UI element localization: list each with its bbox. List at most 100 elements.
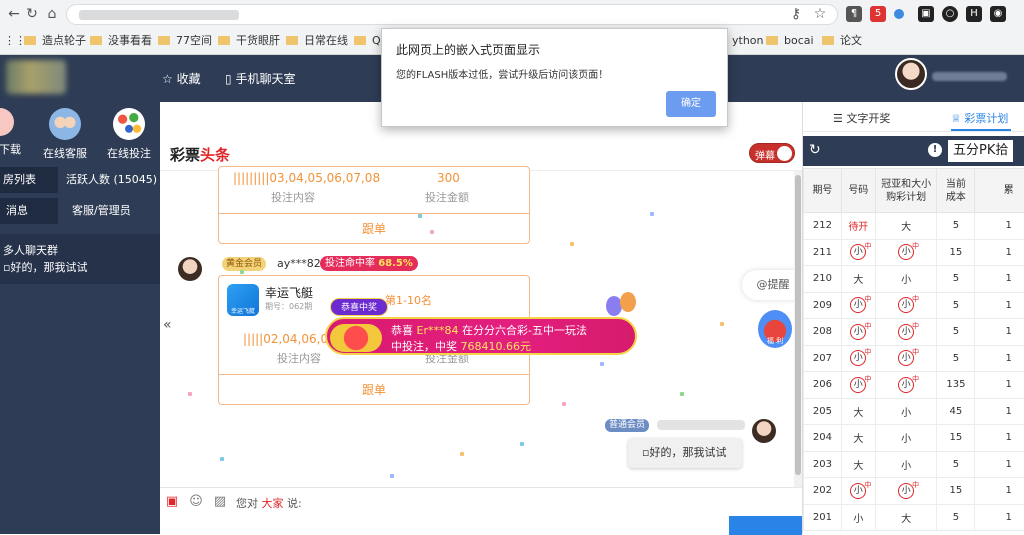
bookmark-folder[interactable]: bocai [766,33,814,49]
table-row: 211小中小中151 [804,239,1024,266]
chat-target-label[interactable]: 您对 大家 说: [236,495,302,511]
customer-service-icon [49,108,81,140]
bet-amount: 300 [437,171,460,185]
site-logo[interactable] [6,60,66,94]
hit-circle: 小中 [850,244,866,260]
tab-active-users[interactable]: 活跃人数 (15045) [66,167,157,193]
chat-group-item[interactable]: 多人聊天群 ▫好的，那我试试 [0,234,160,284]
back-icon[interactable]: ← [4,4,24,24]
extension-icon[interactable]: ▣ [918,6,934,22]
refresh-icon[interactable]: ↻ [809,142,821,158]
star-icon: ☆ [162,72,173,86]
bookmark-folder[interactable]: 造点轮子 [24,33,86,49]
avatar[interactable] [895,58,927,90]
bookmark-folder[interactable]: 干货眼肝 [218,33,280,49]
lottery-bar: ↻ ! 五分PK拾 [803,136,1024,166]
bet-position: 第1-10名 [385,292,432,308]
key-icon[interactable]: ⚷ [786,4,806,24]
extension-icon[interactable]: 5 [870,6,886,22]
balloon-icon [620,292,636,312]
chat-input-bar: ▣ ☺ ▨ 您对 大家 说: [160,487,802,534]
table-row: 202小中小中151 [804,478,1024,505]
avatar[interactable] [752,419,776,443]
table-row: 206小中小中1351 [804,372,1024,399]
bookmark-folder[interactable]: Q [354,33,381,49]
bet-numbers: |||||||||03,04,05,06,07,08 [233,171,380,185]
home-icon[interactable]: ⌂ [42,4,62,24]
extension-icon[interactable]: ◉ [990,6,1006,22]
bet-card: |||||||||03,04,05,06,07,08 300 投注内容 投注金额… [218,166,530,244]
username[interactable]: ay***82 [277,257,321,270]
red-packet-icon[interactable]: ▣ [164,494,180,510]
download-button[interactable]: 下载 [0,108,28,157]
tab-text-results[interactable]: ☰ 文字开奖 [833,110,890,126]
bookmark-folder[interactable]: ython [732,33,764,49]
table-header-row: 期号 号码 冠亚和大小购彩计划 当前成本 累 [804,169,1024,213]
extension-icon[interactable]: ¶ [846,6,862,22]
user-name [932,72,1007,81]
folder-icon [286,36,298,45]
tab-messages[interactable]: 消息 [0,198,58,224]
game-logo: 幸运飞艇 [227,284,259,316]
left-sidebar: 下载 在线客服 在线投注 房列表 活跃人数 (15045) 消息 客服/管理员 … [0,102,160,534]
dialog-message: 您的FLASH版本过低，尝试升级后访问该页面！ [396,66,608,81]
mobile-chat-link[interactable]: ▯ 手机聊天室 [225,70,295,87]
member-badge: 普通会员 [605,419,649,432]
lottery-selector[interactable]: 五分PK拾 [948,140,1013,162]
table-row: 203大小51 [804,451,1024,478]
follow-bet-button[interactable]: 跟单 [219,213,529,243]
bookmark-folder[interactable]: 没事看看 [90,33,152,49]
table-row: 201小大51 [804,504,1024,531]
brand-title: 彩票头条 [170,144,230,165]
favorite-link[interactable]: ☆ 收藏 [162,70,201,87]
table-row: 210大小51 [804,266,1024,293]
extension-icon[interactable]: H [966,6,982,22]
tab-admins[interactable]: 客服/管理员 [72,198,131,224]
chat-message-bubble: ▫好的，那我试试 [628,438,742,468]
chat-scrollbar[interactable] [794,171,802,487]
hit-circle: 小中 [898,483,914,499]
welfare-button[interactable]: 福 利 [758,310,792,348]
hit-circle: 小中 [850,297,866,313]
online-bet-button[interactable]: 在线投注 [104,108,154,161]
hit-circle: 小中 [898,324,914,340]
right-tabs: ☰ 文字开奖 ♕ 彩票计划 [803,102,1024,132]
hit-circle: 小中 [898,350,914,366]
hit-circle: 小中 [898,297,914,313]
folder-icon [158,36,170,45]
folder-icon [218,36,230,45]
lottery-balls-icon [113,108,145,140]
extension-icon[interactable] [894,9,904,19]
folder-icon [24,36,36,45]
folder-icon [822,36,834,45]
emoji-icon[interactable]: ☺ [188,494,204,510]
image-icon[interactable]: ▨ [212,494,228,510]
hit-circle: 小中 [850,324,866,340]
chat-panel: 彩票头条 弹幕 |||||||||03,04,05,06,07,08 300 投… [160,102,802,534]
phone-icon: ▯ [225,72,232,86]
star-icon[interactable]: ☆ [810,4,830,24]
table-row: 207小中小中51 [804,345,1024,372]
avatar[interactable] [178,257,202,281]
follow-bet-button[interactable]: 跟单 [219,374,529,404]
reload-icon[interactable]: ↻ [22,4,42,24]
list-icon: ☰ [833,112,843,125]
tab-room-list[interactable]: 房列表 [0,167,58,193]
alert-icon: ! [928,143,942,157]
tab-lottery-plan[interactable]: ♕ 彩票计划 [951,110,1008,126]
hit-circle: 小中 [850,377,866,393]
table-row: 212待开大51 [804,213,1024,240]
bookmark-apps[interactable]: ⋮⋮ [4,33,26,49]
collapse-sidebar-icon[interactable]: « [163,317,172,333]
hit-circle: 小中 [850,483,866,499]
bookmark-folder[interactable]: 论文 [822,33,862,49]
extension-icon[interactable]: ○ [942,6,958,22]
bookmark-folder[interactable]: 77空间 [158,33,212,49]
bookmark-folder[interactable]: 日常在线 [286,33,348,49]
danmaku-toggle[interactable]: 弹幕 [749,143,795,163]
ok-button[interactable]: 确定 [666,91,716,117]
group-last-message: ▫好的，那我试试 [3,259,87,275]
online-service-button[interactable]: 在线客服 [40,108,90,161]
address-bar[interactable] [66,4,838,25]
send-button[interactable] [729,516,802,535]
